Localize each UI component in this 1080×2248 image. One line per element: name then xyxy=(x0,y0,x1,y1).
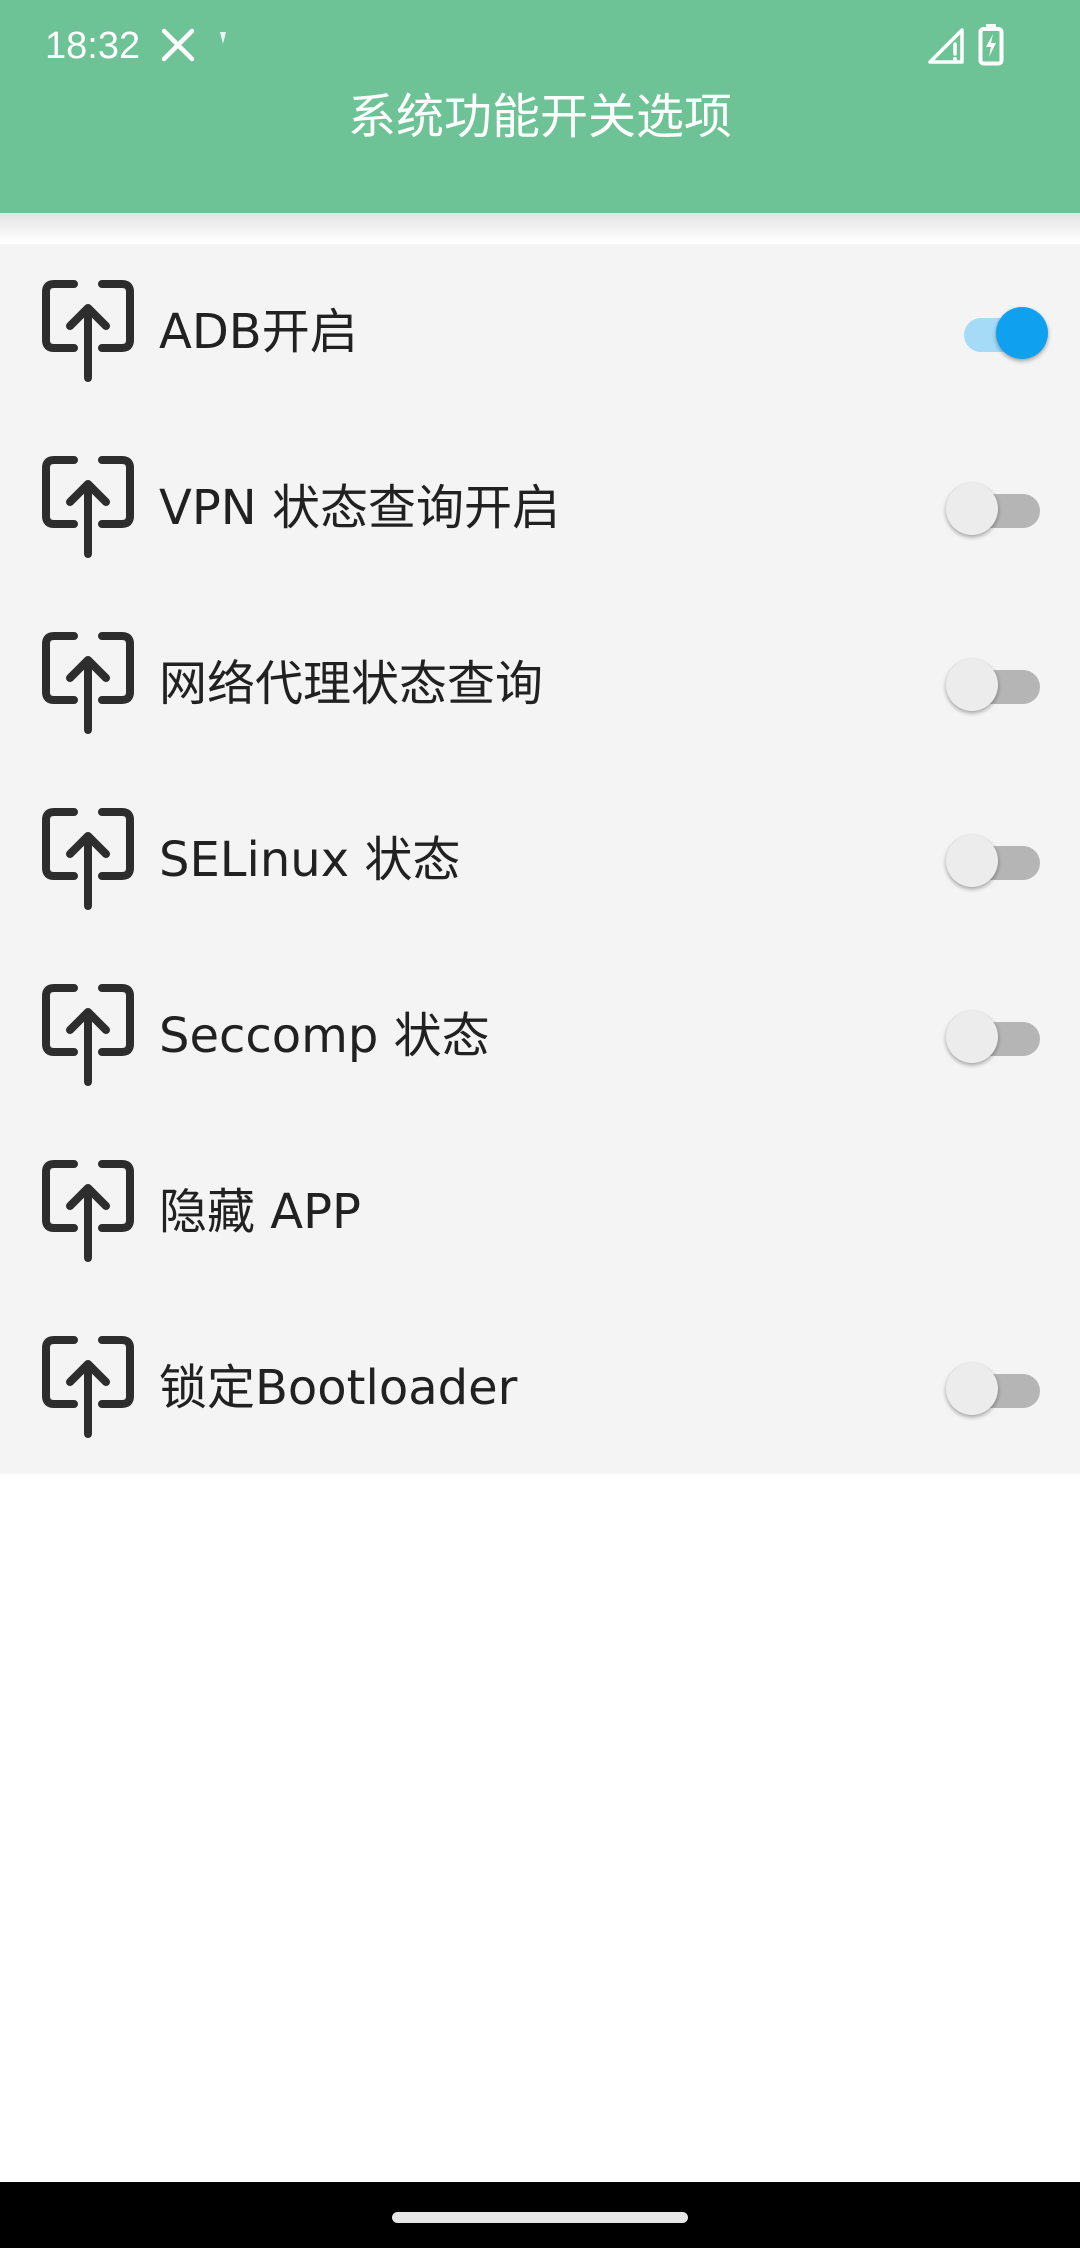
upload-icon xyxy=(42,808,134,910)
bootloader-toggle-switch[interactable] xyxy=(940,1356,1060,1420)
settings-list: ADB开启 VPN 状态查询开启 网络代理状态查询 SELinux 状态 Sec… xyxy=(0,244,1080,1474)
switch-thumb xyxy=(946,483,998,535)
list-item[interactable]: SELinux 状态 xyxy=(0,772,1080,948)
upload-icon xyxy=(42,1336,134,1438)
list-item[interactable]: 锁定Bootloader xyxy=(0,1300,1080,1476)
upload-icon xyxy=(42,456,134,558)
item-label: Seccomp 状态 xyxy=(159,1008,490,1064)
list-item[interactable]: 网络代理状态查询 xyxy=(0,596,1080,772)
dot-icon xyxy=(220,32,226,44)
proxy-toggle-switch[interactable] xyxy=(940,652,1060,716)
app-bar-shadow xyxy=(0,213,1080,243)
close-icon xyxy=(161,28,195,62)
switch-thumb xyxy=(946,1363,998,1415)
switch-thumb xyxy=(946,659,998,711)
item-label: SELinux 状态 xyxy=(159,832,461,888)
switch-thumb xyxy=(946,1011,998,1063)
item-label: ADB开启 xyxy=(159,304,358,360)
status-time: 18:32 xyxy=(45,25,141,67)
list-item[interactable]: 隐藏 APP xyxy=(0,1124,1080,1300)
selinux-toggle-switch[interactable] xyxy=(940,828,1060,892)
upload-icon xyxy=(42,280,134,382)
seccomp-toggle-switch[interactable] xyxy=(940,1004,1060,1068)
item-label: 锁定Bootloader xyxy=(159,1360,518,1416)
signal-icon xyxy=(928,28,964,64)
item-label: 隐藏 APP xyxy=(159,1184,361,1240)
upload-icon xyxy=(42,632,134,734)
page-title: 系统功能开关选项 xyxy=(347,89,732,145)
item-label: 网络代理状态查询 xyxy=(159,656,544,712)
adb-toggle-switch[interactable] xyxy=(940,300,1060,364)
list-item[interactable]: ADB开启 xyxy=(0,244,1080,420)
list-item[interactable]: VPN 状态查询开启 xyxy=(0,420,1080,596)
switch-thumb xyxy=(946,835,998,887)
battery-charging-icon xyxy=(978,24,1004,66)
navigation-bar xyxy=(0,2182,1080,2248)
switch-thumb xyxy=(996,307,1048,359)
vpn-toggle-switch[interactable] xyxy=(940,476,1060,540)
home-gesture-handle[interactable] xyxy=(392,2212,688,2223)
list-item[interactable]: Seccomp 状态 xyxy=(0,948,1080,1124)
upload-icon xyxy=(42,1160,134,1262)
app-bar: 18:32 系统功能开关选项 xyxy=(0,0,1080,213)
upload-icon xyxy=(42,984,134,1086)
item-label: VPN 状态查询开启 xyxy=(159,480,560,536)
